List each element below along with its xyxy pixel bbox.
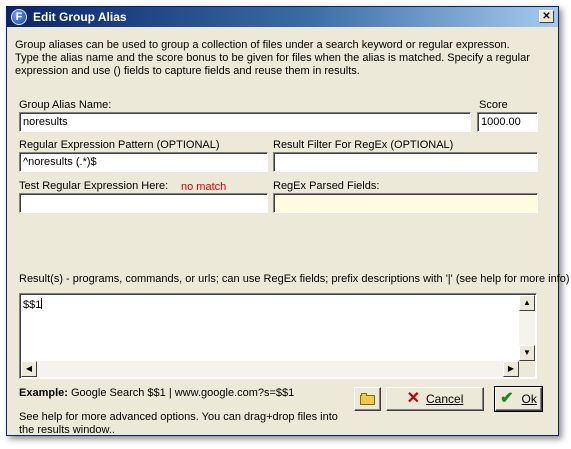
scroll-down-arrow-icon[interactable]: ▼	[519, 345, 535, 361]
test-regex-input[interactable]	[19, 193, 268, 213]
browse-button[interactable]	[354, 387, 381, 411]
result-filter-input[interactable]	[273, 152, 538, 172]
test-regex-label: Test Regular Expression Here:	[19, 180, 169, 192]
example-label: Example:	[19, 387, 68, 399]
results-textarea[interactable]: $$1 ▲ ▼ ◀ ▶	[19, 293, 537, 379]
regex-pattern-label: Regular Expression Pattern (OPTIONAL)	[19, 139, 220, 151]
description-line-2: Type the alias name and the score bonus …	[15, 52, 530, 77]
example-text: Google Search $$1 | www.google.com?s=$$1	[70, 387, 295, 399]
edit-group-alias-dialog: F Edit Group Alias ✕ Group aliases can b…	[6, 6, 570, 436]
ok-button-label: Ok	[521, 392, 537, 406]
title-bar[interactable]: F Edit Group Alias ✕	[7, 7, 558, 27]
result-filter-label: Result Filter For RegEx (OPTIONAL)	[273, 139, 454, 151]
scroll-up-arrow-icon[interactable]: ▲	[519, 295, 535, 311]
cancel-x-icon: ✕	[406, 390, 421, 407]
cancel-button[interactable]: ✕ Cancel	[386, 387, 484, 411]
text-caret	[41, 298, 43, 309]
description-line-1: Group aliases can be used to group a col…	[15, 39, 510, 51]
scroll-right-arrow-icon[interactable]: ▶	[503, 361, 519, 377]
scrollbar-corner	[519, 361, 535, 377]
cancel-button-label: Cancel	[426, 392, 464, 406]
regex-parsed-fields-label: RegEx Parsed Fields:	[273, 180, 380, 192]
example-line: Example: Google Search $$1 | www.google.…	[19, 387, 294, 399]
results-value: $$1	[23, 299, 42, 311]
ok-button[interactable]: ✔ Ok	[494, 386, 543, 412]
description-text: Group aliases can be used to group a col…	[15, 39, 550, 78]
regex-parsed-fields-output	[273, 193, 538, 213]
help-text: See help for more advanced options. You …	[19, 411, 338, 436]
score-label: Score	[479, 99, 508, 111]
scroll-left-arrow-icon[interactable]: ◀	[21, 361, 37, 377]
regex-pattern-input[interactable]: ^noresults (.*)$	[19, 152, 268, 172]
results-label: Result(s) - programs, commands, or urls;…	[19, 273, 570, 285]
close-button[interactable]: ✕	[539, 10, 554, 23]
results-vertical-scrollbar[interactable]: ▲ ▼	[519, 295, 535, 361]
results-horizontal-scrollbar[interactable]: ◀ ▶	[21, 361, 519, 377]
checkmark-icon: ✔	[500, 390, 514, 407]
window-title: Edit Group Alias	[33, 10, 127, 24]
folder-open-icon	[359, 393, 376, 405]
app-icon: F	[11, 9, 27, 25]
group-alias-name-input[interactable]: noresults	[19, 112, 471, 132]
match-status: no match	[181, 181, 227, 193]
score-input[interactable]: 1000.00	[477, 112, 538, 132]
results-text-wrap: $$1	[23, 298, 43, 311]
group-alias-name-label: Group Alias Name:	[19, 99, 112, 111]
